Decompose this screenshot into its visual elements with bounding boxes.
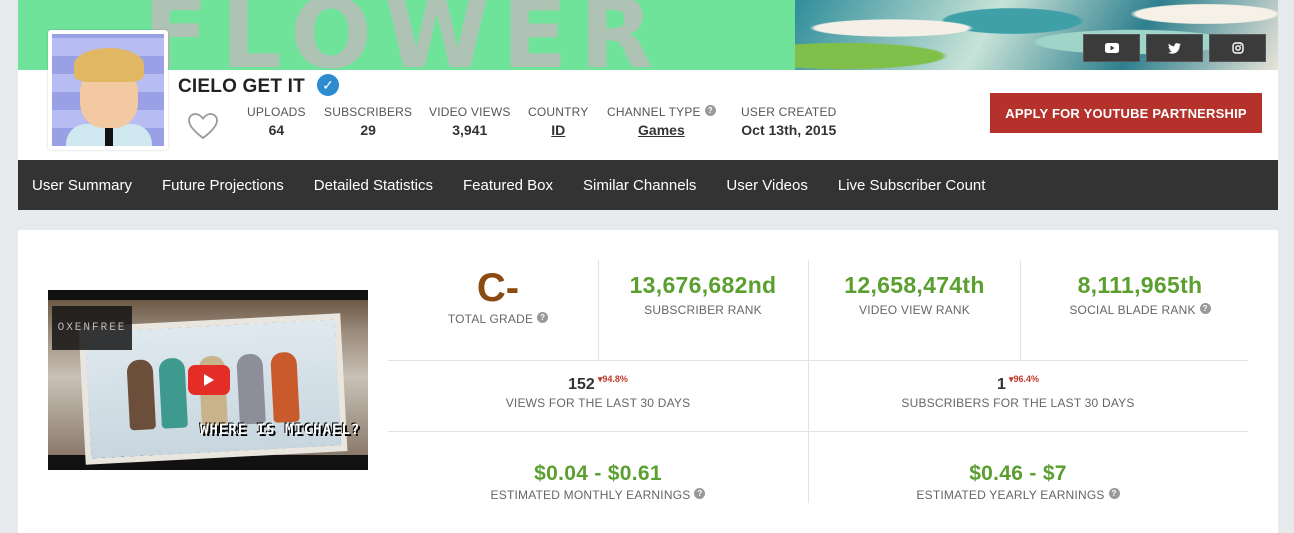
youtube-link[interactable] — [1083, 34, 1140, 62]
subscriber-rank-label: SUBSCRIBER RANK — [644, 303, 762, 317]
twitter-link[interactable] — [1146, 34, 1203, 62]
help-icon[interactable]: ? — [537, 312, 549, 323]
stat-user-created-value: Oct 13th, 2015 — [741, 122, 837, 138]
banner-watermark: FLOWER — [143, 0, 666, 70]
subscribers-last-30-value: 1 — [997, 376, 1006, 393]
total-grade: C- TOTAL GRADE? — [408, 268, 588, 326]
help-icon[interactable]: ? — [1199, 303, 1211, 314]
divider — [388, 360, 1248, 361]
divider — [598, 260, 599, 360]
nav-featured-box[interactable]: Featured Box — [463, 177, 553, 194]
subscribers-last-30-change: 96.4% — [1013, 374, 1039, 384]
views-last-30-change: 94.8% — [602, 374, 628, 384]
subscribers-last-30-label: SUBSCRIBERS FOR THE LAST 30 DAYS — [901, 396, 1135, 410]
stat-subscribers: SUBSCRIBERS 29 — [324, 105, 412, 138]
apply-partnership-button[interactable]: APPLY FOR YOUTUBE PARTNERSHIP — [990, 93, 1262, 133]
instagram-icon — [1231, 42, 1244, 54]
stat-uploads: UPLOADS 64 — [247, 105, 306, 138]
subscriber-rank-value: 13,676,682nd — [629, 272, 777, 298]
nav-user-summary[interactable]: User Summary — [32, 177, 132, 194]
yearly-earnings: $0.46 - $7 ESTIMATED YEARLY EARNINGS? — [838, 462, 1198, 502]
stat-user-created: USER CREATED Oct 13th, 2015 — [741, 105, 837, 138]
social-blade-rank-label: SOCIAL BLADE RANK — [1069, 303, 1196, 317]
stat-user-created-label: USER CREATED — [741, 105, 837, 119]
video-overlay-logo: OXENFREE — [52, 306, 132, 350]
stat-channel-type-label: CHANNEL TYPE — [607, 105, 701, 119]
youtube-icon — [1104, 43, 1119, 53]
stat-subscribers-value: 29 — [360, 122, 376, 138]
summary-card: OXENFREE WHERE IS MICHAEL? C- TOTAL GRAD… — [18, 230, 1278, 533]
subscribers-last-30: 1 ▾96.4% SUBSCRIBERS FOR THE LAST 30 DAYS — [838, 374, 1198, 410]
divider — [808, 360, 809, 432]
stat-country: COUNTRY ID — [528, 105, 589, 138]
stat-country-label: COUNTRY — [528, 105, 589, 119]
nav-user-videos[interactable]: User Videos — [726, 177, 807, 194]
stat-uploads-value: 64 — [268, 122, 285, 138]
views-last-30-value: 152 — [568, 376, 595, 393]
stat-video-views-value: 3,941 — [452, 122, 488, 138]
stat-subscribers-label: SUBSCRIBERS — [324, 105, 413, 119]
monthly-earnings: $0.04 - $0.61 ESTIMATED MONTHLY EARNINGS… — [418, 462, 778, 502]
social-blade-rank-value: 8,111,965th — [1077, 272, 1203, 298]
divider — [1020, 260, 1021, 360]
views-last-30-label: VIEWS FOR THE LAST 30 DAYS — [505, 396, 691, 410]
nav-detailed-statistics[interactable]: Detailed Statistics — [314, 177, 433, 194]
verified-check-icon: ✓ — [317, 74, 339, 96]
total-grade-label: TOTAL GRADE — [447, 312, 534, 326]
channel-header: CIELO GET IT ✓ UPLOADS 64 SUBSCRIBERS 29… — [18, 30, 1278, 160]
video-view-rank-value: 12,658,474th — [844, 272, 985, 298]
channel-nav: User Summary Future Projections Detailed… — [18, 160, 1278, 210]
divider — [808, 431, 809, 503]
yearly-earnings-label: ESTIMATED YEARLY EARNINGS — [916, 488, 1105, 502]
total-grade-value: C- — [476, 266, 520, 310]
views-last-30: 152 ▾94.8% VIEWS FOR THE LAST 30 DAYS — [418, 374, 778, 410]
play-icon[interactable] — [188, 365, 230, 395]
nav-future-projections[interactable]: Future Projections — [162, 177, 284, 194]
stat-video-views: VIDEO VIEWS 3,941 — [429, 105, 511, 138]
monthly-earnings-value: $0.04 - $0.61 — [534, 462, 662, 485]
featured-video[interactable]: OXENFREE WHERE IS MICHAEL? — [48, 290, 368, 470]
stat-country-link[interactable]: ID — [528, 122, 589, 138]
stat-uploads-label: UPLOADS — [247, 105, 306, 119]
divider — [808, 260, 809, 360]
monthly-earnings-label: ESTIMATED MONTHLY EARNINGS — [490, 488, 691, 502]
channel-avatar — [48, 30, 168, 150]
video-caption: WHERE IS MICHAEL? — [200, 422, 361, 438]
subscriber-rank: 13,676,682nd SUBSCRIBER RANK — [608, 272, 798, 317]
divider — [388, 431, 1248, 432]
video-view-rank-label: VIDEO VIEW RANK — [858, 303, 971, 317]
instagram-link[interactable] — [1209, 34, 1266, 62]
nav-similar-channels[interactable]: Similar Channels — [583, 177, 696, 194]
channel-name: CIELO GET IT — [178, 76, 305, 97]
video-view-rank: 12,658,474th VIDEO VIEW RANK — [818, 272, 1011, 317]
social-links — [1083, 34, 1266, 62]
favorite-heart-icon[interactable] — [187, 112, 219, 140]
help-icon[interactable]: ? — [704, 105, 716, 116]
help-icon[interactable]: ? — [1108, 488, 1120, 499]
help-icon[interactable]: ? — [694, 488, 706, 499]
social-blade-rank: 8,111,965th SOCIAL BLADE RANK? — [1030, 272, 1250, 317]
twitter-icon — [1168, 42, 1181, 54]
nav-live-subscriber-count[interactable]: Live Subscriber Count — [838, 177, 986, 194]
stat-channel-type: CHANNEL TYPE? Games — [607, 105, 716, 138]
stat-video-views-label: VIDEO VIEWS — [429, 105, 511, 119]
stat-channel-type-link[interactable]: Games — [607, 122, 716, 138]
yearly-earnings-value: $0.46 - $7 — [969, 462, 1067, 485]
